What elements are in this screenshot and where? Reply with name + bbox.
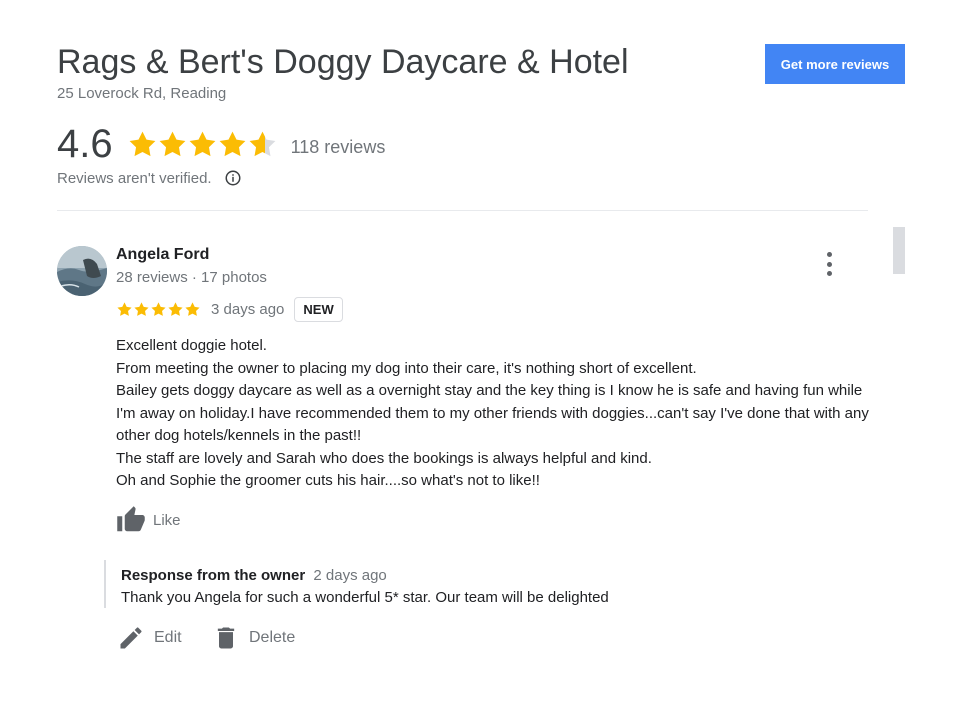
like-button[interactable]: Like <box>116 505 181 535</box>
review-line: Bailey gets doggy daycare as well as a o… <box>116 382 869 444</box>
owner-response-heading: Response from the owner <box>121 567 306 584</box>
reviewer-meta: 28 reviews · 17 photos <box>116 269 267 286</box>
star-icon <box>185 302 200 316</box>
rating-score: 4.6 <box>57 122 113 166</box>
verification-note: Reviews aren't verified. <box>57 169 242 187</box>
trash-icon <box>217 627 235 649</box>
star-icon <box>189 131 216 156</box>
get-more-reviews-button[interactable]: Get more reviews <box>765 44 905 84</box>
review-text: Excellent doggie hotel. From meeting the… <box>116 335 876 493</box>
owner-response-header: Response from the owner 2 days ago <box>121 566 609 586</box>
business-address: 25 Loverock Rd, Reading <box>57 85 227 102</box>
thumb-up-icon <box>117 506 145 532</box>
star-icon <box>134 302 149 316</box>
verification-text: Reviews aren't verified. <box>57 169 212 187</box>
rating-stars <box>127 129 277 160</box>
info-icon[interactable] <box>224 169 242 187</box>
review-line: Excellent doggie hotel. <box>116 337 267 354</box>
review-line: Oh and Sophie the groomer cuts his hair.… <box>116 472 540 489</box>
owner-response-time: 2 days ago <box>313 567 387 584</box>
review-stars <box>116 301 201 318</box>
owner-response: Response from the owner 2 days ago Thank… <box>104 560 609 608</box>
edit-label: Edit <box>154 629 182 646</box>
like-label: Like <box>153 511 181 529</box>
star-icon <box>159 131 186 156</box>
star-icon <box>151 302 166 316</box>
review-line: The staff are lovely and Sarah who does … <box>116 449 652 467</box>
star-icon <box>168 302 183 316</box>
pencil-icon <box>120 627 142 649</box>
delete-label: Delete <box>249 629 296 646</box>
review-count[interactable]: 118 reviews <box>291 137 386 158</box>
divider <box>57 210 868 211</box>
delete-button[interactable]: Delete <box>212 624 295 652</box>
business-name: Rags & Bert's Doggy Daycare & Hotel <box>57 43 629 81</box>
star-icon <box>219 131 246 156</box>
reviewer-avatar[interactable] <box>57 246 107 296</box>
rating-summary: 4.6 118 reviews <box>57 122 385 166</box>
star-icon <box>117 302 132 316</box>
new-badge: NEW <box>294 297 343 322</box>
review-time: 3 days ago <box>211 301 285 318</box>
review-rating-row: 3 days ago NEW <box>116 297 343 322</box>
edit-button[interactable]: Edit <box>117 624 182 652</box>
reviewer-name[interactable]: Angela Ford <box>116 246 209 264</box>
star-icon <box>249 131 276 156</box>
scrollbar-thumb[interactable] <box>893 227 905 274</box>
owner-response-text: Thank you Angela for such a wonderful 5*… <box>121 589 609 606</box>
star-icon <box>129 131 156 156</box>
more-vert-icon[interactable] <box>818 252 840 276</box>
review-line: From meeting the owner to placing my dog… <box>116 359 697 377</box>
